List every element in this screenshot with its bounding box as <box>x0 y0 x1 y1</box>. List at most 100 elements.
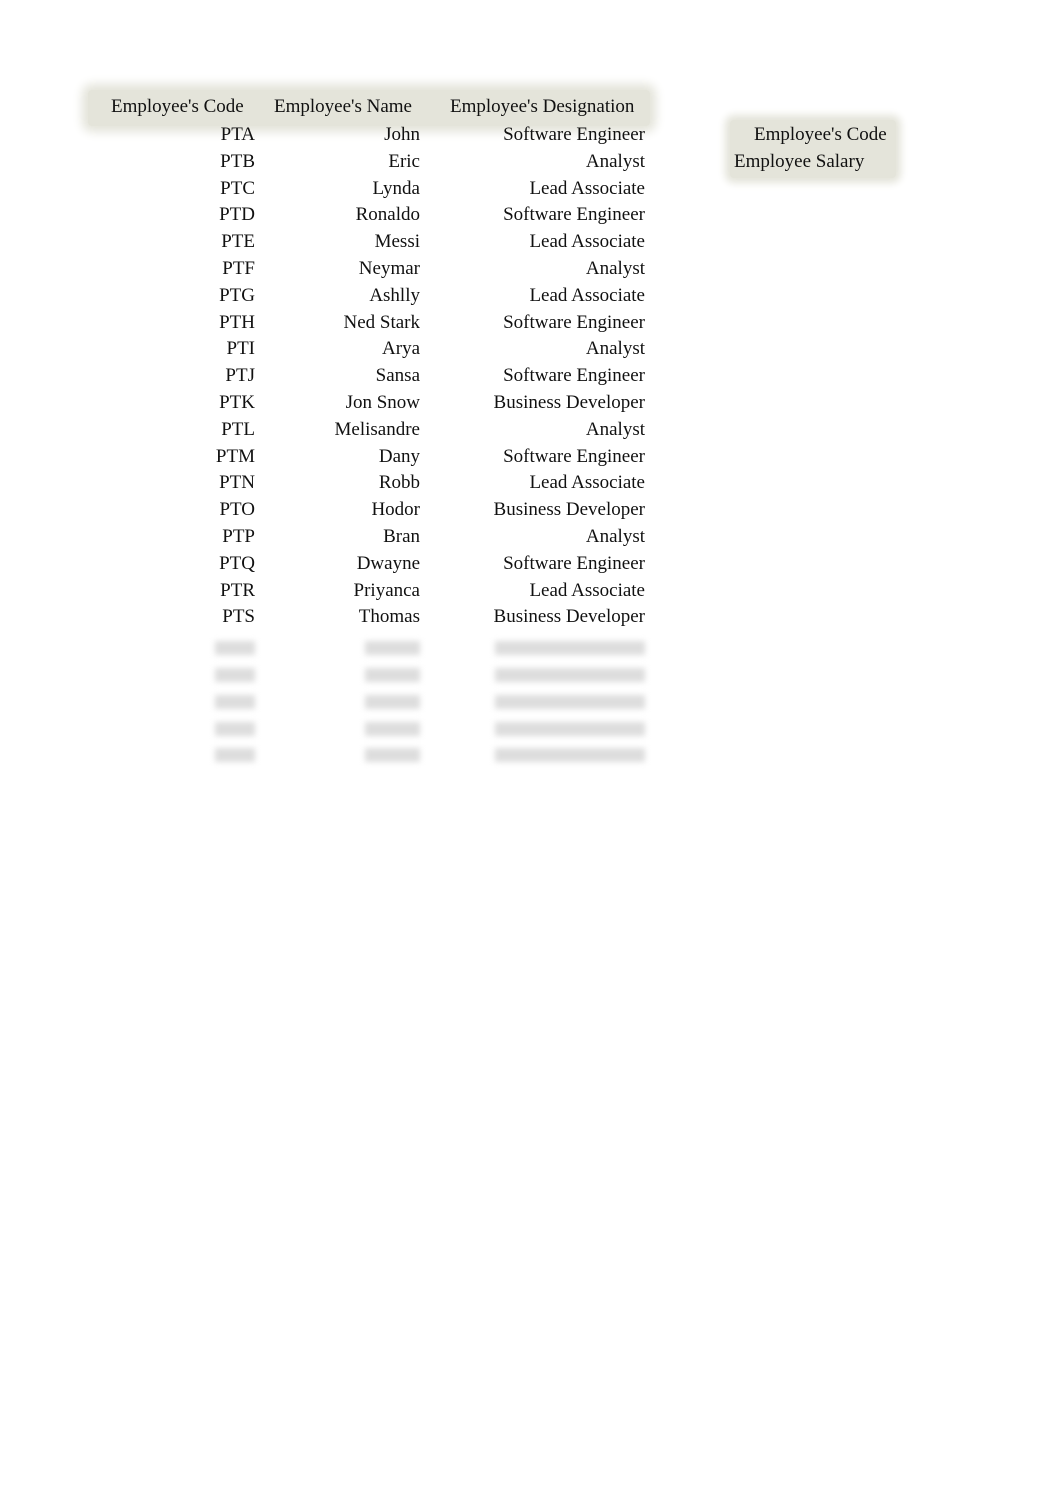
cell-code: PTM <box>215 445 255 467</box>
cell-code: PTA <box>220 124 255 145</box>
cell-des: Software Engineer <box>503 124 645 145</box>
cell-name: Ronaldo <box>355 204 420 226</box>
header-code: Employee's Code <box>111 96 244 117</box>
cell-name: Ned Stark <box>343 311 420 333</box>
cell-code: PTJ <box>225 365 255 387</box>
table-row: PTC Lynda Lead Associate <box>0 178 700 205</box>
table-row: PTJ Sansa Software Engineer <box>0 365 700 392</box>
cell-des: Analyst <box>585 258 645 279</box>
cell-name: Sansa <box>375 365 420 387</box>
blurred-cell <box>365 693 420 715</box>
blurred-row <box>0 746 700 773</box>
blurred-cell <box>495 693 645 715</box>
cell-code: PTE <box>221 231 255 253</box>
table-row: PTD Ronaldo Software Engineer <box>0 204 700 231</box>
table-row: PTH Ned Stark Software Engineer <box>0 312 700 339</box>
cell-code: PTR <box>220 579 255 601</box>
cell-des: Lead Associate <box>529 231 645 253</box>
blurred-row <box>0 639 700 666</box>
blurred-row <box>0 720 700 747</box>
table-row: PTQ Dwayne Software Engineer <box>0 553 700 580</box>
cell-name: Dwayne <box>356 552 420 574</box>
cell-des: Software Engineer <box>503 365 645 387</box>
cell-name: John <box>384 124 420 145</box>
header-name: Employee's Name <box>274 96 412 117</box>
cell-name: Lynda <box>372 177 421 199</box>
cell-name: Messi <box>374 231 420 253</box>
cell-name: Priyanca <box>353 579 420 601</box>
cell-des: Business Developer <box>493 499 645 521</box>
cell-code: PTL <box>221 418 255 440</box>
blurred-cell <box>495 639 645 661</box>
cell-name: Melisandre <box>334 418 420 440</box>
table-row: PTB Eric Analyst <box>0 151 700 178</box>
blurred-cell <box>365 746 420 768</box>
table-row: PTM Dany Software Engineer <box>0 446 700 473</box>
table-row: PTN Robb Lead Associate <box>0 472 700 499</box>
cell-code: PTQ <box>219 552 255 574</box>
blurred-cell <box>495 746 645 768</box>
cell-code: PTO <box>219 499 255 521</box>
cell-code: PTC <box>220 177 255 199</box>
cell-name: Arya <box>382 338 420 360</box>
cell-code: PTH <box>219 311 255 333</box>
cell-des: Lead Associate <box>529 177 645 199</box>
cell-code: PTP <box>222 526 255 547</box>
cell-code: PTI <box>226 338 256 360</box>
cell-des: Lead Associate <box>529 579 645 601</box>
blurred-cell <box>365 639 420 661</box>
side-header-salary: Employee Salary <box>734 151 865 172</box>
blurred-row <box>0 693 700 720</box>
table-row: PTR Priyanca Lead Associate <box>0 580 700 607</box>
cell-des: Software Engineer <box>503 311 645 333</box>
table-row: PTE Messi Lead Associate <box>0 231 700 258</box>
blurred-cell <box>365 720 420 742</box>
cell-code: PTN <box>219 472 255 494</box>
table-row: PTS Thomas Business Developer <box>0 606 700 633</box>
cell-des: Software Engineer <box>503 552 645 574</box>
cell-name: Hodor <box>371 499 420 521</box>
table-row: PTI Arya Analyst <box>0 338 700 365</box>
cell-code: PTF <box>222 258 255 279</box>
cell-des: Software Engineer <box>503 204 645 226</box>
blurred-cell <box>215 666 255 688</box>
blurred-row <box>0 666 700 693</box>
cell-des: Business Developer <box>493 606 645 628</box>
side-header-code: Employee's Code <box>754 124 887 145</box>
cell-name: Eric <box>388 150 420 172</box>
cell-name: Jon Snow <box>345 392 420 413</box>
table-row: PTK Jon Snow Business Developer <box>0 392 700 419</box>
table-row: PTP Bran Analyst <box>0 526 700 553</box>
cell-code: PTS <box>222 606 255 628</box>
cell-des: Analyst <box>585 526 645 547</box>
cell-des: Business Developer <box>493 392 645 413</box>
cell-code: PTK <box>219 392 255 413</box>
cell-des: Analyst <box>585 418 645 440</box>
cell-code: PTG <box>219 284 255 306</box>
cell-name: Dany <box>378 445 420 467</box>
table-row: PTG Ashlly Lead Associate <box>0 285 700 312</box>
table-row: PTA John Software Engineer <box>0 124 700 151</box>
blurred-cell <box>495 720 645 742</box>
cell-code: PTB <box>220 150 255 172</box>
cell-name: Neymar <box>358 258 420 279</box>
blurred-cell <box>365 666 420 688</box>
blurred-cell <box>215 693 255 715</box>
blurred-cell <box>215 720 255 742</box>
cell-des: Lead Associate <box>529 284 645 306</box>
cell-name: Thomas <box>358 606 420 628</box>
cell-name: Ashlly <box>369 284 420 306</box>
blurred-cell <box>495 666 645 688</box>
cell-name: Robb <box>378 472 420 494</box>
cell-name: Bran <box>383 526 420 547</box>
table-row: PTO Hodor Business Developer <box>0 499 700 526</box>
table-row: PTF Neymar Analyst <box>0 258 700 285</box>
table-row: PTL Melisandre Analyst <box>0 419 700 446</box>
header-designation: Employee's Designation <box>450 96 635 117</box>
cell-des: Analyst <box>585 150 645 172</box>
blurred-cell <box>215 746 255 768</box>
cell-code: PTD <box>219 204 255 226</box>
blurred-cell <box>215 639 255 661</box>
cell-des: Analyst <box>585 338 645 360</box>
cell-des: Lead Associate <box>529 472 645 494</box>
